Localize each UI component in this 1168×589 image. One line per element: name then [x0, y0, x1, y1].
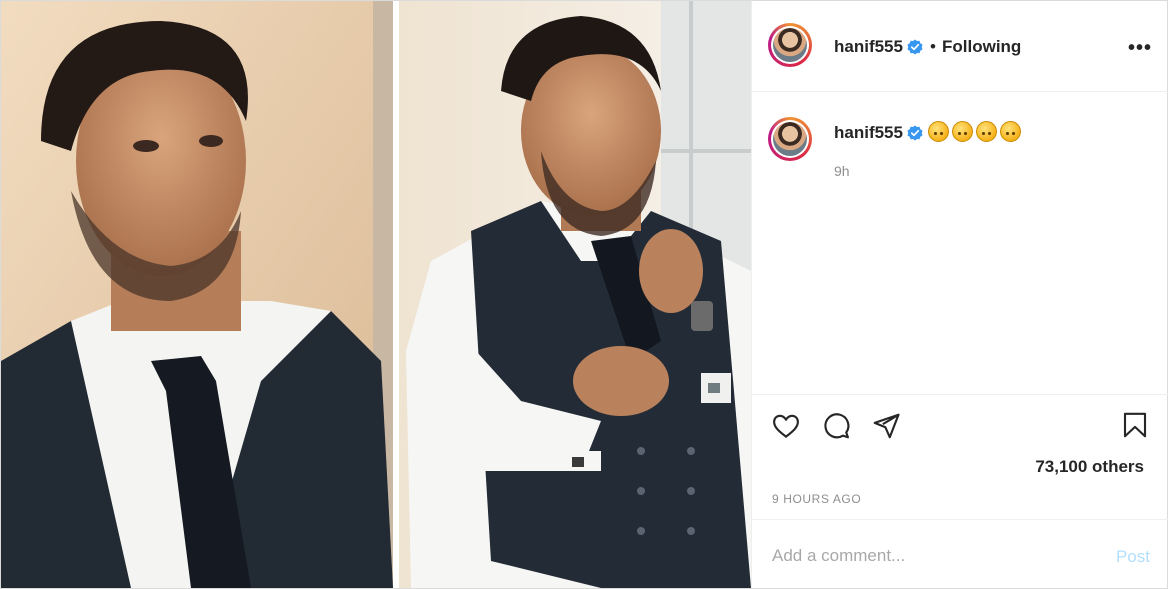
dot-separator: •	[930, 37, 936, 56]
post-modal: hanif555 • Following ••• hanif555 9h 73,…	[0, 0, 1168, 589]
comment-box: Post	[752, 519, 1168, 589]
caption-avatar[interactable]	[768, 117, 812, 161]
caption-emojis	[928, 121, 1021, 142]
bookmark-icon[interactable]	[1120, 409, 1150, 441]
upside-down-face-emoji	[1000, 121, 1021, 142]
post-actions: 73,100 others 9 HOURS AGO	[752, 394, 1168, 520]
likes-count[interactable]: 73,100 others	[1035, 457, 1144, 477]
post-comment-button[interactable]: Post	[1116, 547, 1150, 567]
caption-timestamp[interactable]: 9h	[834, 163, 850, 179]
following-button[interactable]: Following	[942, 37, 1021, 57]
photo-collage	[1, 1, 751, 588]
posted-time[interactable]: 9 HOURS AGO	[772, 492, 861, 506]
author-avatar[interactable]	[768, 23, 812, 67]
caption-username[interactable]: hanif555	[834, 123, 903, 143]
upside-down-face-emoji	[928, 121, 949, 142]
comment-input[interactable]	[770, 543, 1094, 569]
comment-bubble-icon[interactable]	[820, 411, 852, 441]
author-username[interactable]: hanif555	[834, 37, 903, 57]
verified-badge-icon	[907, 39, 923, 55]
verified-badge-icon	[907, 125, 923, 141]
post-sidebar: hanif555 • Following ••• hanif555 9h 73,…	[751, 1, 1168, 588]
post-image[interactable]	[1, 1, 751, 588]
paper-plane-icon[interactable]	[870, 411, 902, 441]
upside-down-face-emoji	[952, 121, 973, 142]
heart-icon[interactable]	[770, 411, 802, 441]
post-header: hanif555 • Following •••	[752, 1, 1168, 92]
upside-down-face-emoji	[976, 121, 997, 142]
more-options-icon[interactable]: •••	[1128, 37, 1152, 60]
